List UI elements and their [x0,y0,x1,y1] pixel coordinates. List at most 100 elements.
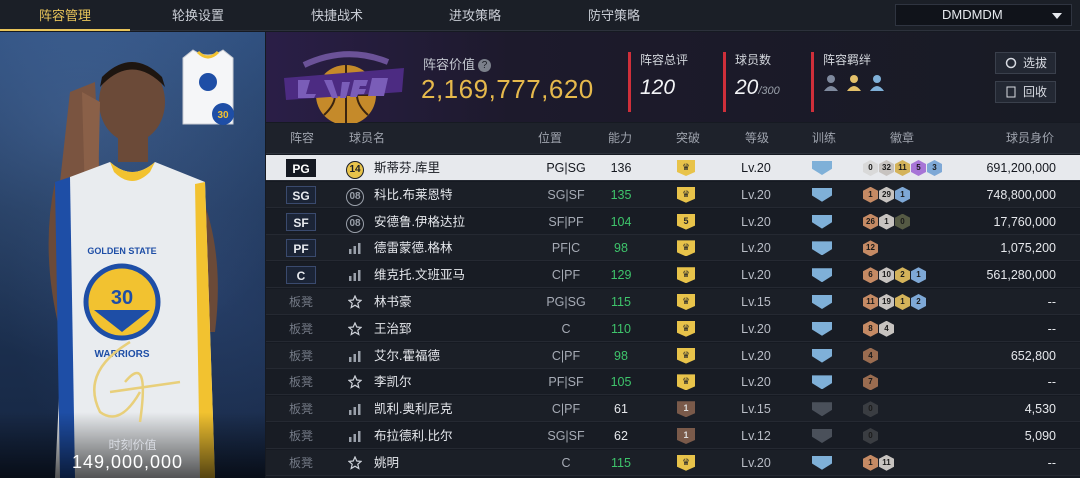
table-row[interactable]: 板凳 姚明 C 115 ♛ Lv.20 1 11 -- [266,449,1080,476]
badges-cell[interactable]: 11 19 1 2 [863,289,963,315]
table-row[interactable]: SF 08 安德鲁.伊格达拉 SF|PF 104 5 Lv.20 26 1 0 17,760,000 [266,208,1080,235]
table-row[interactable]: PG 14 斯蒂芬.库里 PG|SG 136 ♛ Lv.20 0 32 11 5 3 691,200,0… [266,155,1080,181]
player-price: 691,200,000 [986,161,1056,175]
badges-cell[interactable]: 12 [863,235,963,261]
table-row[interactable]: 板凳 李凯尔 PF|SF 105 ♛ Lv.20 7 -- [266,369,1080,396]
badges-cell[interactable]: 0 32 11 5 3 [863,155,963,181]
player-rating: 135 [610,187,632,202]
badges-cell[interactable]: 1 11 [863,450,963,476]
select-button[interactable]: 选拔 [995,52,1056,74]
breakthrough-cell[interactable]: ♛ [677,369,697,395]
breakthrough-cell[interactable]: 1 [677,396,697,422]
signal-bars-icon [345,423,365,449]
table-row[interactable]: PF 德雷蒙德.格林 PF|C 98 ♛ Lv.20 12 1,075,200 [266,235,1080,262]
player-rating: 61 [614,402,628,417]
player-level: Lv.20 [741,161,771,175]
table-row[interactable]: 板凳 艾尔.霍福德 C|PF 98 ♛ Lv.20 4 652,800 [266,342,1080,369]
roster-screen: 阵容管理 轮换设置 快捷战术 进攻策略 防守策略 DMDMDM 30 GOLDE… [0,0,1080,478]
training-cell[interactable] [812,316,836,342]
breakthrough-cell[interactable]: ♛ [677,343,697,369]
slot-label: PF [286,239,316,258]
header-slot: 阵容 [290,131,315,145]
badges-cell[interactable]: 7 [863,369,963,395]
badges-cell[interactable]: 0 [863,396,963,422]
header-price[interactable]: 球员身价 [1006,123,1054,154]
badge-hex: 2 [895,267,910,284]
header-level[interactable]: 等级 [745,123,769,154]
table-row[interactable]: 板凳 王治郅 C 110 ♛ Lv.20 8 4 -- [266,315,1080,342]
team-bond-stat[interactable]: 阵容羁绊 [811,52,903,112]
training-cell[interactable] [812,155,836,181]
breakthrough-cell[interactable]: 1 [677,423,697,449]
tab-defense[interactable]: 防守策略 [549,0,679,31]
select-button-label: 选拔 [1023,56,1048,70]
training-cell[interactable] [812,343,836,369]
table-header: 阵容 球员名 位置 能力 突破 等级 训练 徽章 球员身价 [266,123,1080,154]
badges-cell[interactable]: 26 1 0 [863,209,963,235]
table-row[interactable]: 板凳 林书豪 PG|SG 115 ♛ Lv.15 11 19 1 2 -- [266,289,1080,315]
training-shield-icon [812,402,832,417]
breakthrough-cell[interactable]: ♛ [677,262,697,288]
recycle-button[interactable]: 回收 [995,81,1056,103]
jersey-icon: 30 [182,49,234,125]
badges-cell[interactable]: 84 [863,316,963,342]
training-cell[interactable] [812,289,836,315]
header-training[interactable]: 训练 [812,123,836,154]
player-level: Lv.20 [741,455,771,470]
training-cell[interactable] [812,369,836,395]
header-badges[interactable]: 徽章 [890,123,914,154]
breakthrough-cell[interactable]: ♛ [677,182,697,208]
header-position[interactable]: 位置 [538,123,562,154]
badge-hex: 5 [911,160,926,176]
training-cell[interactable] [812,209,836,235]
training-cell[interactable] [812,450,836,476]
player-tier-number: 08 [346,187,364,206]
badges-cell[interactable]: 6 10 2 1 [863,262,963,288]
help-icon[interactable]: ? [478,59,492,72]
training-cell[interactable] [812,235,836,261]
header-name[interactable]: 球员名 [349,123,385,154]
badge-hex: 11 [879,454,894,471]
player-rating: 110 [611,321,631,336]
slot-label: 板凳 [288,402,313,417]
breakthrough-cell[interactable]: ♛ [677,155,697,181]
account-dropdown[interactable]: DMDMDM [895,4,1072,26]
badge-hex: 4 [863,347,878,364]
player-price: -- [1047,375,1056,390]
player-rating: 98 [614,241,628,256]
training-cell[interactable] [812,182,836,208]
breakthrough-cell[interactable]: ♛ [677,450,697,476]
signal-bars-icon [345,343,365,369]
training-cell[interactable] [812,423,836,449]
tab-offense[interactable]: 进攻策略 [410,0,540,31]
table-row[interactable]: SG 08 科比.布莱恩特 SG|SF 135 ♛ Lv.20 1 29 1 748,800,000 [266,181,1080,208]
table-row[interactable]: C 维克托.文班亚马 C|PF 129 ♛ Lv.20 6 10 2 1 561,280,000 [266,262,1080,289]
player-level: Lv.20 [741,214,771,229]
player-rating: 105 [610,375,632,390]
breakthrough-cell[interactable]: 5 [677,209,697,235]
training-shield-icon [812,429,832,443]
tab-rotation[interactable]: 轮换设置 [133,0,263,31]
breakthrough-cell[interactable]: ♛ [677,316,697,342]
badges-cell[interactable]: 0 [863,423,963,449]
breakthrough-cell[interactable]: ♛ [677,235,697,261]
training-shield-icon [812,295,832,309]
breakthrough-cell[interactable]: ♛ [677,289,697,315]
header-rating[interactable]: 能力 [608,123,632,154]
table-row[interactable]: 板凳 布拉德利.比尔 SG|SF 62 1 Lv.12 0 5,090 [266,423,1080,449]
training-cell[interactable] [812,262,836,288]
featured-player-card[interactable]: 30 GOLDEN STATE WARRIORS 30 时刻价值 149,000… [0,32,265,478]
player-count-value: 20 [735,76,759,99]
player-price: 5,090 [1024,429,1056,443]
training-cell[interactable] [812,396,836,422]
tab-quick-tactics[interactable]: 快捷战术 [272,0,402,31]
header-breakthrough[interactable]: 突破 [676,123,700,154]
badges-cell[interactable]: 4 [863,343,963,369]
player-tier-icon: 08 [345,209,365,235]
tab-lineup[interactable]: 阵容管理 [0,0,130,31]
table-row[interactable]: 板凳 凯利.奥利尼克 C|PF 61 1 Lv.15 0 4,530 [266,396,1080,423]
breakthrough-level: 1 [677,428,695,444]
badges-cell[interactable]: 1 29 1 [863,182,963,208]
slot-cell: 板凳 [266,316,336,342]
badge-hex: 4 [879,320,894,337]
